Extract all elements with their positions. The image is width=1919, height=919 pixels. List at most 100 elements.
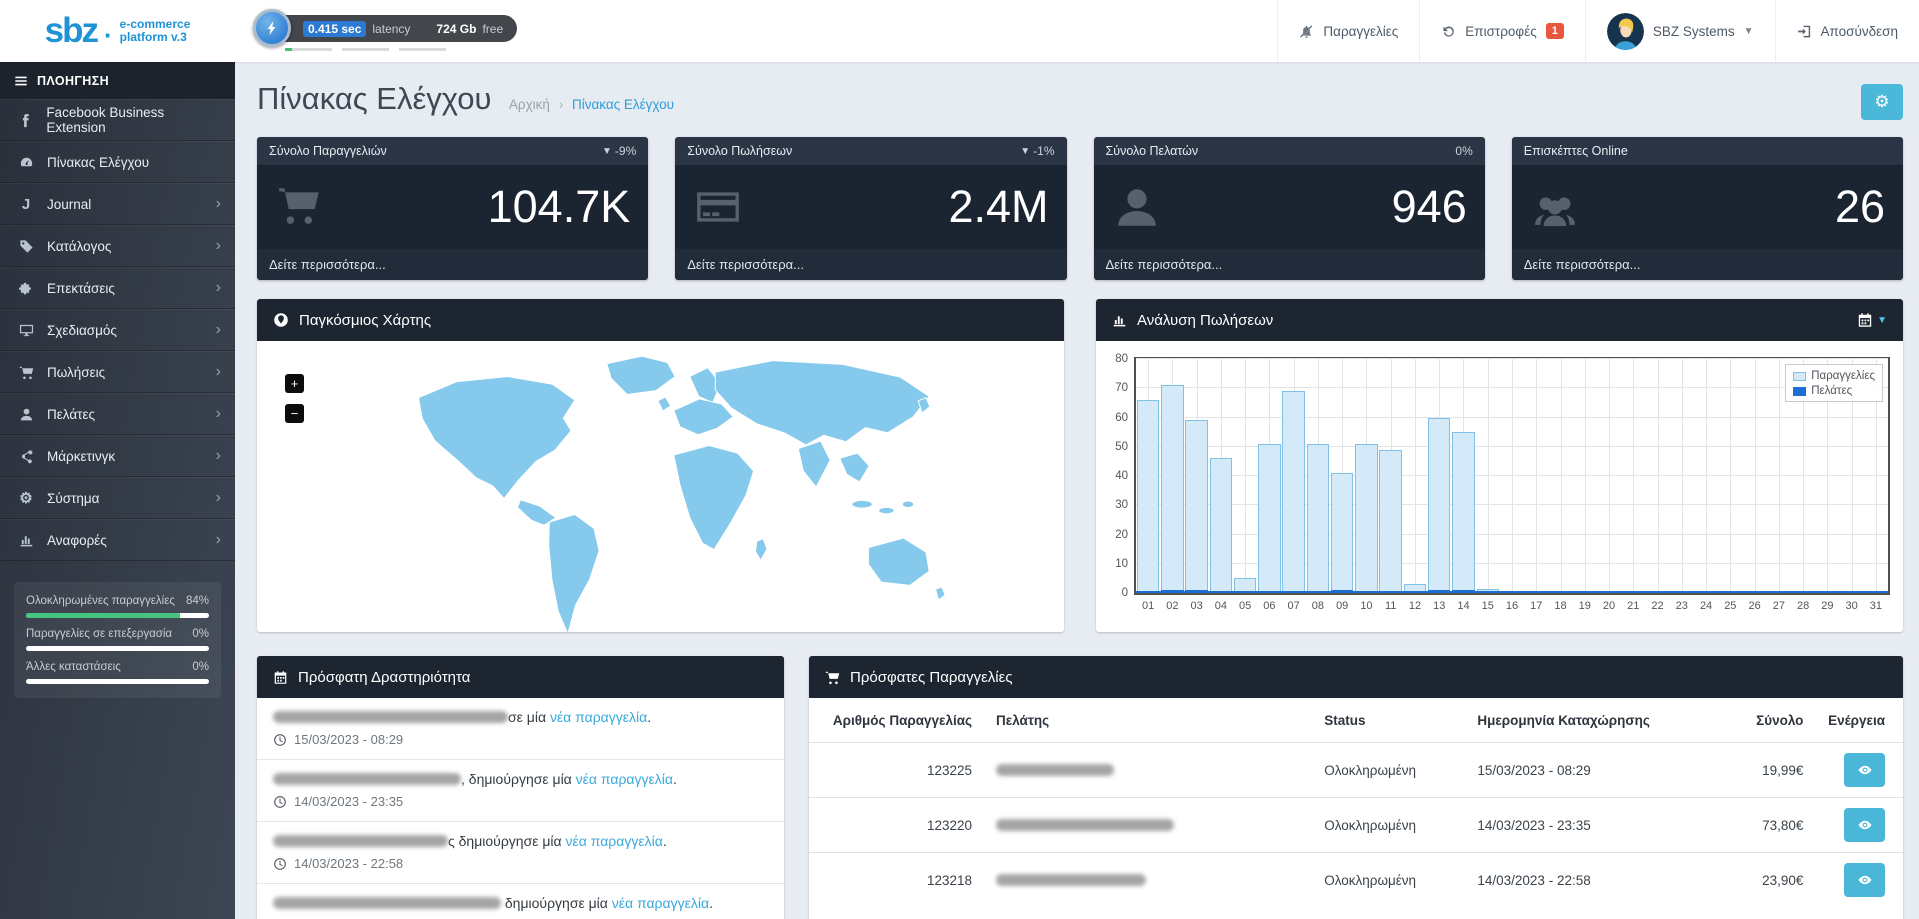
world-map[interactable]: + −: [257, 341, 1064, 632]
chart-range-dropdown[interactable]: ▼: [1857, 312, 1887, 328]
activity-item: σε μία νέα παραγγελία.15/03/2023 - 08:29: [257, 698, 784, 759]
x-axis-tick: 26: [1748, 600, 1760, 612]
x-axis-tick: 27: [1773, 600, 1785, 612]
avatar: [1607, 13, 1644, 50]
page-header: Πίνακας Ελέγχου Αρχική › Πίνακας Ελέγχου…: [257, 81, 1903, 117]
lightning-icon: [253, 9, 291, 47]
share-icon: [16, 449, 36, 464]
view-order-button[interactable]: [1844, 808, 1885, 842]
breadcrumb-home[interactable]: Αρχική: [509, 97, 550, 112]
stat-card-see-more-link[interactable]: Δείτε περισσότερα...: [675, 249, 1066, 280]
chart-bar-Παραγγελίες: [1428, 418, 1450, 594]
view-order-button[interactable]: [1844, 753, 1885, 787]
latency-label: latency: [372, 22, 410, 36]
sidebar-item-marketing[interactable]: Μάρκετινγκ›: [0, 435, 235, 477]
new-order-link[interactable]: νέα παραγγελία: [612, 895, 709, 911]
x-axis-tick: 05: [1239, 600, 1251, 612]
x-axis-tick: 06: [1263, 600, 1275, 612]
order-stat-value: 0%: [192, 661, 209, 673]
map-zoom-out-button[interactable]: −: [285, 404, 304, 423]
stat-card-change: ▼-9%: [602, 144, 636, 158]
y-axis-tick: 80: [1115, 353, 1128, 365]
orders-column-header: Αριθμός Παραγγελίας: [809, 698, 984, 743]
x-axis-tick: 31: [1870, 600, 1882, 612]
new-order-link[interactable]: νέα παραγγελία: [576, 771, 673, 787]
order-stat-label: Άλλες καταστάσεις: [26, 661, 121, 673]
y-axis-tick: 70: [1115, 382, 1128, 394]
view-order-button[interactable]: [1844, 863, 1885, 897]
users-icon: [1530, 182, 1580, 232]
sidebar: ΠΛΟΗΓΗΣΗ Facebook Business Extension Πίνα…: [0, 62, 235, 919]
chart-bar-Παραγγελίες: [1258, 444, 1280, 593]
x-axis-tick: 28: [1797, 600, 1809, 612]
order-total: 23,90€: [1717, 853, 1815, 908]
cart-icon: [275, 182, 325, 232]
new-order-link[interactable]: νέα παραγγελία: [550, 709, 647, 725]
nav-account-label: SBZ Systems: [1653, 24, 1735, 39]
order-row: 123225Ολοκληρωμένη15/03/2023 - 08:2919,9…: [809, 743, 1903, 798]
orders-column-header: Σύνολο: [1717, 698, 1815, 743]
settings-button[interactable]: ⚙: [1861, 84, 1903, 120]
sidebar-item-label: Σύστημα: [47, 491, 99, 506]
returns-count-badge: 1: [1546, 23, 1564, 39]
globe-icon: [273, 312, 289, 328]
stat-card: Σύνολο Πωλήσεων▼-1%2.4MΔείτε περισσότερα…: [675, 137, 1066, 280]
nav-returns[interactable]: Επιστροφές 1: [1419, 0, 1585, 62]
caret-down-icon: ▼: [1877, 315, 1887, 326]
world-map-panel: Παγκόσμιος Χάρτης + −: [257, 299, 1064, 632]
clock-icon: [273, 795, 287, 809]
top-nav: Παραγγελίες Επιστροφές 1 SBZ Systems ▼: [1277, 0, 1919, 62]
sidebar-item-label: Πίνακας Ελέγχου: [47, 155, 149, 170]
chart-bar-Παραγγελίες: [1355, 444, 1377, 593]
chevron-right-icon: ›: [216, 532, 221, 548]
stat-card-see-more-link[interactable]: Δείτε περισσότερα...: [1094, 249, 1485, 280]
legend-swatch: [1793, 387, 1806, 396]
sidebar-item-dashboard[interactable]: Πίνακας Ελέγχου: [0, 141, 235, 183]
nav-account[interactable]: SBZ Systems ▼: [1585, 0, 1775, 62]
sidebar-item-customers[interactable]: Πελάτες›: [0, 393, 235, 435]
sales-analysis-panel: Ανάλυση Πωλήσεων ▼ 010203040506070800102…: [1096, 299, 1903, 632]
sidebar-item-sales[interactable]: Πωλήσεις›: [0, 351, 235, 393]
sidebar-item-label: Πελάτες: [47, 407, 95, 422]
sidebar-order-stats: Ολοκληρωμένες παραγγελίες84%Παραγγελίες …: [14, 582, 221, 698]
x-axis-tick: 29: [1821, 600, 1833, 612]
new-order-link[interactable]: νέα παραγγελία: [566, 833, 663, 849]
order-stat-value: 84%: [186, 595, 209, 607]
stat-card-title: Σύνολο Πωλήσεων: [687, 144, 792, 158]
user-icon: [16, 407, 36, 422]
world-map-title: Παγκόσμιος Χάρτης: [299, 312, 431, 329]
sidebar-item-extensions[interactable]: Επεκτάσεις›: [0, 267, 235, 309]
order-stat-progressbar: [26, 646, 209, 651]
bell-slash-icon: [1299, 24, 1314, 39]
x-axis-tick: 21: [1627, 600, 1639, 612]
sales-analysis-chart: 0102030405060708001020304050607080910111…: [1096, 341, 1903, 632]
nav-orders[interactable]: Παραγγελίες: [1277, 0, 1419, 62]
x-axis-tick: 18: [1554, 600, 1566, 612]
dashboard-icon: [16, 155, 36, 170]
sidebar-item-facebook-business-extension[interactable]: Facebook Business Extension: [0, 99, 235, 141]
logo[interactable]: sbz · e-commerce platform v.3: [0, 0, 235, 62]
caret-down-icon: ▼: [1744, 26, 1754, 37]
stat-card-value: 2.4M: [948, 181, 1048, 233]
clock-icon: [273, 733, 287, 747]
sidebar-item-label: Μάρκετινγκ: [47, 449, 115, 464]
stat-card-see-more-link[interactable]: Δείτε περισσότερα...: [1512, 249, 1903, 280]
bar-chart-icon: [1112, 313, 1127, 328]
stat-card-see-more-link[interactable]: Δείτε περισσότερα...: [257, 249, 648, 280]
legend-label: Παραγγελίες: [1811, 370, 1875, 382]
sidebar-item-system[interactable]: ⚙Σύστημα›: [0, 477, 235, 519]
map-zoom-in-button[interactable]: +: [285, 374, 304, 393]
tags-icon: [16, 239, 36, 254]
sidebar-title-label: ΠΛΟΗΓΗΣΗ: [37, 74, 109, 88]
sidebar-item-reports[interactable]: Αναφορές›: [0, 519, 235, 561]
sidebar-item-catalog[interactable]: Κατάλογος›: [0, 225, 235, 267]
breadcrumb-current[interactable]: Πίνακας Ελέγχου: [572, 97, 674, 112]
sidebar-item-journal[interactable]: JJournal›: [0, 183, 235, 225]
logo-dot: ·: [104, 20, 113, 51]
activity-item: δημιούργησε μία νέα παραγγελία.: [257, 883, 784, 919]
order-total: 19,99€: [1717, 743, 1815, 798]
nav-logout[interactable]: Αποσύνδεση: [1775, 0, 1919, 62]
sidebar-item-design[interactable]: Σχεδιασμός›: [0, 309, 235, 351]
recent-activity-panel: Πρόσφατη Δραστηριότητα σε μία νέα παραγγ…: [257, 656, 784, 919]
activity-item: ς δημιούργησε μία νέα παραγγελία.14/03/2…: [257, 821, 784, 883]
